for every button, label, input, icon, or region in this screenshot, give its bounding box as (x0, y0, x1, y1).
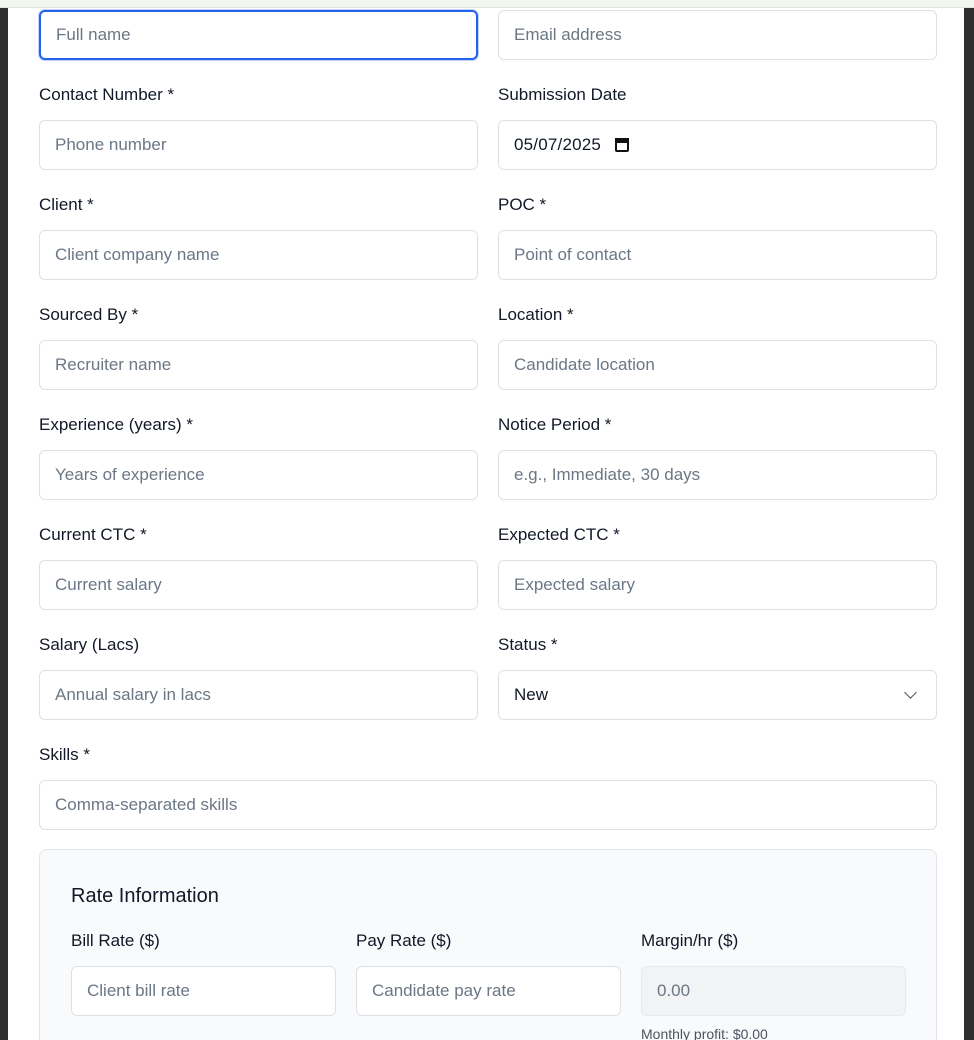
row-sourced-location: Sourced By * Location * (39, 304, 937, 390)
pay-rate-field: Pay Rate ($) (356, 930, 621, 1040)
contact-number-label: Contact Number * (39, 85, 175, 104)
location-input[interactable] (498, 340, 937, 390)
expected-ctc-input[interactable] (498, 560, 937, 610)
expected-ctc-field: Expected CTC * (498, 524, 937, 610)
bill-rate-field: Bill Rate ($) (71, 930, 336, 1040)
row-ctc: Current CTC * Expected CTC * (39, 524, 937, 610)
salary-lacs-label: Salary (Lacs) (39, 635, 140, 654)
current-ctc-label: Current CTC * (39, 525, 147, 544)
candidate-form-modal: Contact Number * Submission Date 05/07/2… (8, 8, 964, 1040)
location-field: Location * (498, 304, 937, 390)
sourced-by-label: Sourced By * (39, 305, 139, 324)
full-name-field (39, 10, 478, 60)
rate-information-panel: Rate Information Bill Rate ($) Pay Rate … (39, 849, 937, 1040)
bill-rate-label: Bill Rate ($) (71, 931, 160, 950)
row-name-email (39, 10, 937, 60)
row-contact-date: Contact Number * Submission Date 05/07/2… (39, 84, 937, 170)
row-skills: Skills * (39, 744, 937, 830)
modal-backdrop-left (0, 8, 8, 1040)
email-field (498, 10, 937, 60)
modal-backdrop-right (964, 8, 974, 1040)
submission-date-value: 05/07/2025 (514, 135, 602, 154)
notice-period-field: Notice Period * (498, 414, 937, 500)
expected-ctc-label: Expected CTC * (498, 525, 620, 544)
submission-date-label: Submission Date (498, 85, 627, 104)
chevron-down-icon (904, 686, 917, 699)
pay-rate-input[interactable] (356, 966, 621, 1016)
poc-input[interactable] (498, 230, 937, 280)
sourced-by-field: Sourced By * (39, 304, 478, 390)
status-label: Status * (498, 635, 558, 654)
poc-field: POC * (498, 194, 937, 280)
submission-date-field: Submission Date 05/07/2025 (498, 84, 937, 170)
sourced-by-input[interactable] (39, 340, 478, 390)
full-name-input[interactable] (39, 10, 478, 60)
status-select[interactable]: New (498, 670, 937, 720)
margin-field: Margin/hr ($) Monthly profit: $0.00 (641, 930, 906, 1040)
client-field: Client * (39, 194, 478, 280)
margin-input (641, 966, 906, 1016)
email-input[interactable] (498, 10, 937, 60)
margin-label: Margin/hr ($) (641, 931, 739, 950)
client-input[interactable] (39, 230, 478, 280)
skills-label: Skills * (39, 745, 91, 764)
notice-period-input[interactable] (498, 450, 937, 500)
row-client-poc: Client * POC * (39, 194, 937, 280)
experience-label: Experience (years) * (39, 415, 194, 434)
skills-field: Skills * (39, 744, 937, 830)
notice-period-label: Notice Period * (498, 415, 612, 434)
salary-lacs-field: Salary (Lacs) (39, 634, 478, 720)
location-label: Location * (498, 305, 574, 324)
contact-number-field: Contact Number * (39, 84, 478, 170)
row-experience-notice: Experience (years) * Notice Period * (39, 414, 937, 500)
current-ctc-input[interactable] (39, 560, 478, 610)
poc-label: POC * (498, 195, 547, 214)
submission-date-input[interactable]: 05/07/2025 (498, 120, 937, 170)
salary-lacs-input[interactable] (39, 670, 478, 720)
browser-top-edge (0, 0, 974, 8)
contact-number-input[interactable] (39, 120, 478, 170)
status-field: Status * New (498, 634, 937, 720)
rate-information-title: Rate Information (71, 885, 219, 907)
pay-rate-label: Pay Rate ($) (356, 931, 452, 950)
bill-rate-input[interactable] (71, 966, 336, 1016)
current-ctc-field: Current CTC * (39, 524, 478, 610)
monthly-profit-text: Monthly profit: $0.00 (641, 1026, 768, 1040)
client-label: Client * (39, 195, 94, 214)
calendar-icon[interactable] (615, 138, 630, 152)
skills-input[interactable] (39, 780, 937, 830)
experience-field: Experience (years) * (39, 414, 478, 500)
rate-fields: Bill Rate ($) Pay Rate ($) Margin/hr ($)… (71, 930, 906, 1040)
status-selected-value: New (514, 685, 549, 704)
row-salary-status: Salary (Lacs) Status * New (39, 634, 937, 720)
experience-input[interactable] (39, 450, 478, 500)
